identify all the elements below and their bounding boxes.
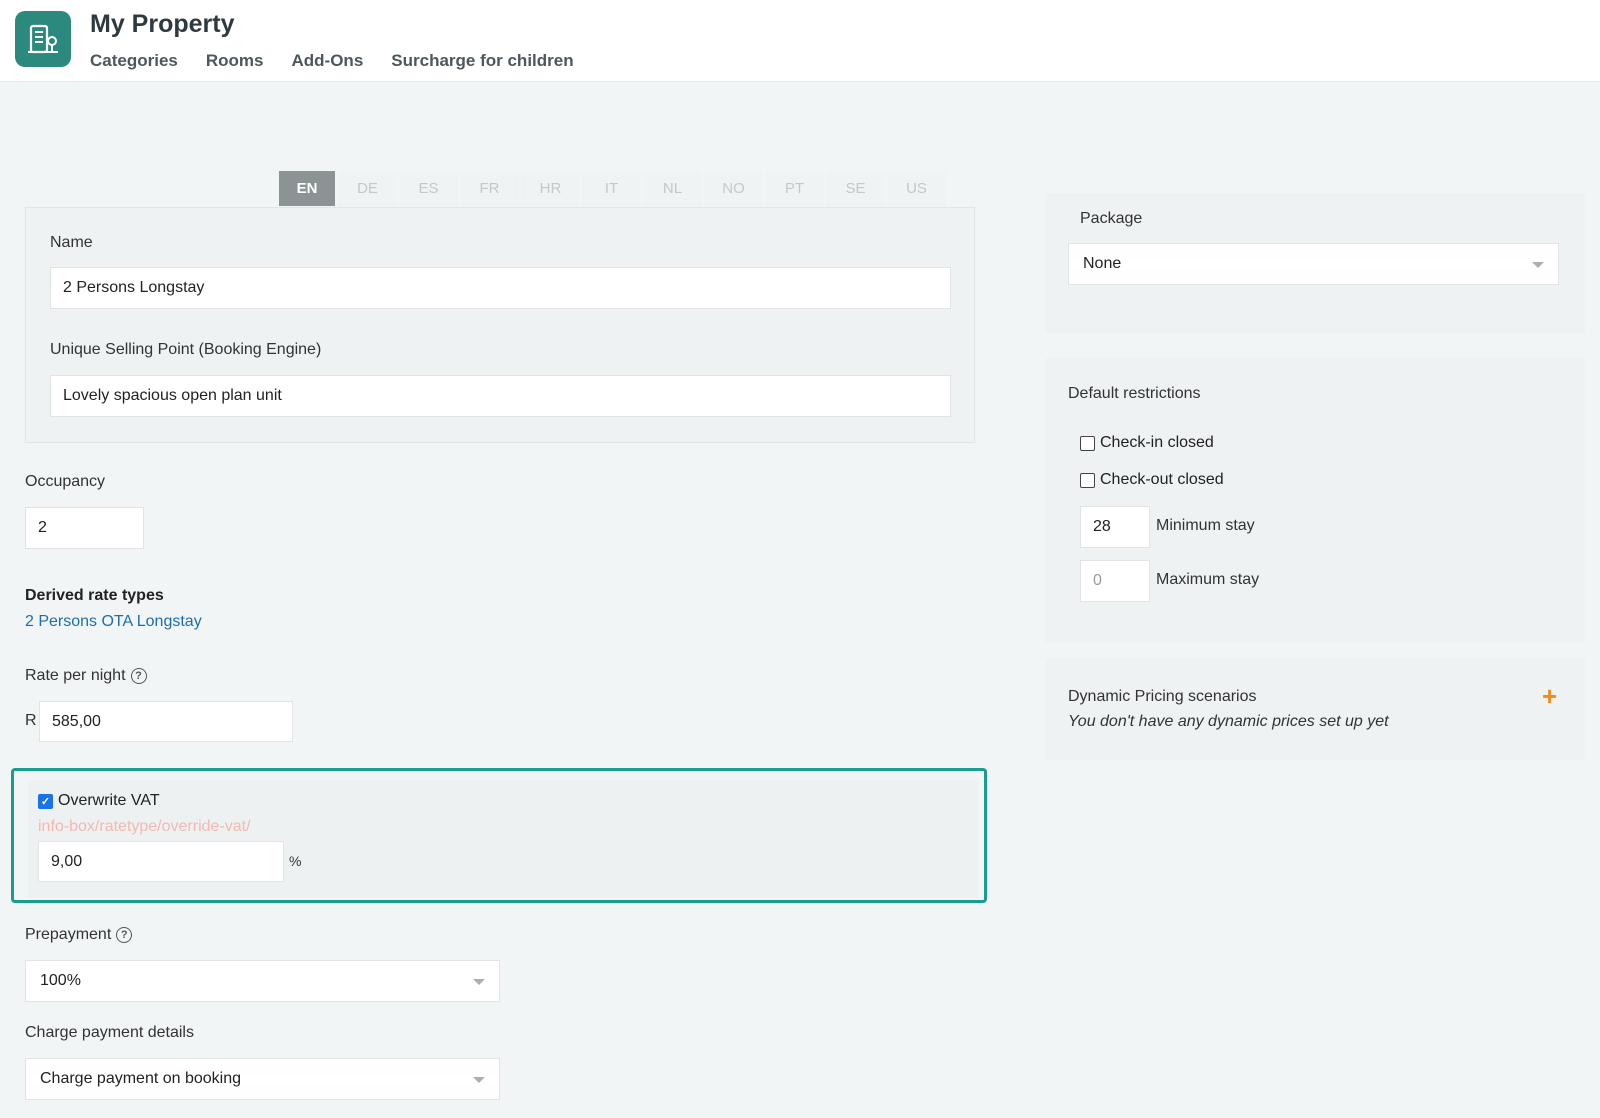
checkin-closed-label: Check-in closed bbox=[1100, 434, 1214, 451]
tab-language-de[interactable]: DE bbox=[338, 171, 397, 206]
checkbox-checked-icon: ✓ bbox=[38, 793, 53, 809]
nav-add-ons[interactable]: Add-Ons bbox=[292, 51, 364, 71]
vat-info-key: info-box/ratetype/override-vat/ bbox=[38, 818, 251, 835]
vat-input[interactable]: 9,00 bbox=[38, 841, 284, 882]
page-title: My Property bbox=[90, 10, 235, 38]
question-circle-icon[interactable]: ? bbox=[116, 926, 133, 943]
vat-unit: % bbox=[289, 853, 302, 869]
dynamic-pricing-empty: You don't have any dynamic prices set up… bbox=[1068, 713, 1389, 730]
charge-payment-value: Charge payment on booking bbox=[40, 1070, 242, 1087]
checkbox-empty-icon bbox=[1080, 435, 1095, 451]
app-header: My Property Categories Rooms Add-Ons Sur… bbox=[0, 0, 1600, 82]
tab-language-no[interactable]: NO bbox=[704, 171, 763, 206]
usp-input[interactable]: Lovely spacious open plan unit bbox=[50, 375, 951, 417]
overwrite-vat-label: Overwrite VAT bbox=[58, 792, 160, 809]
nav-surcharge-children[interactable]: Surcharge for children bbox=[391, 51, 573, 71]
occupancy-label: Occupancy bbox=[25, 473, 106, 490]
nav-categories[interactable]: Categories bbox=[90, 51, 178, 71]
top-nav: Categories Rooms Add-Ons Surcharge for c… bbox=[90, 51, 602, 71]
tab-language-se[interactable]: SE bbox=[826, 171, 885, 206]
checkbox-empty-icon bbox=[1080, 472, 1095, 488]
rate-input[interactable]: 585,00 bbox=[39, 701, 293, 742]
package-label: Package bbox=[1080, 210, 1143, 227]
min-stay-input[interactable]: 28 bbox=[1080, 506, 1150, 548]
chevron-down-icon bbox=[1532, 262, 1544, 268]
max-stay-input[interactable]: 0 bbox=[1080, 560, 1150, 602]
checkout-closed-checkbox[interactable]: Check-out closed bbox=[1080, 471, 1224, 489]
rate-per-night-row: Rate per night? bbox=[25, 667, 147, 685]
tab-language-hr[interactable]: HR bbox=[521, 171, 580, 206]
dynamic-pricing-title: Dynamic Pricing scenarios bbox=[1068, 688, 1257, 705]
chevron-down-icon bbox=[473, 979, 485, 985]
dynamic-pricing-panel bbox=[1045, 658, 1585, 760]
tab-language-en[interactable]: EN bbox=[279, 171, 335, 206]
package-select[interactable]: None bbox=[1068, 243, 1559, 285]
occupancy-input[interactable]: 2 bbox=[25, 507, 144, 549]
max-stay-label: Maximum stay bbox=[1156, 571, 1260, 588]
chevron-down-icon bbox=[473, 1077, 485, 1083]
checkout-closed-label: Check-out closed bbox=[1100, 471, 1224, 488]
tab-language-pt[interactable]: PT bbox=[765, 171, 824, 206]
name-label: Name bbox=[50, 234, 93, 251]
min-stay-label: Minimum stay bbox=[1156, 517, 1255, 534]
charge-payment-label: Charge payment details bbox=[25, 1024, 194, 1041]
currency-symbol: R bbox=[25, 712, 37, 729]
package-value: None bbox=[1083, 255, 1122, 272]
question-circle-icon[interactable]: ? bbox=[130, 667, 147, 684]
tab-language-fr[interactable]: FR bbox=[460, 171, 519, 206]
charge-payment-select[interactable]: Charge payment on booking bbox=[25, 1058, 500, 1100]
tab-language-us[interactable]: US bbox=[887, 171, 946, 206]
tab-language-es[interactable]: ES bbox=[399, 171, 458, 206]
name-input[interactable]: 2 Persons Longstay bbox=[50, 267, 951, 309]
usp-label: Unique Selling Point (Booking Engine) bbox=[50, 341, 322, 358]
nav-rooms[interactable]: Rooms bbox=[206, 51, 264, 71]
add-plus-icon[interactable]: + bbox=[1542, 683, 1557, 709]
prepayment-label: Prepayment bbox=[25, 926, 112, 943]
property-logo[interactable] bbox=[15, 11, 71, 67]
prepayment-value: 100% bbox=[40, 972, 81, 989]
tab-language-nl[interactable]: NL bbox=[643, 171, 702, 206]
rate-per-night-label: Rate per night bbox=[25, 667, 126, 684]
prepayment-select[interactable]: 100% bbox=[25, 960, 500, 1002]
language-tabs: EN DE ES FR HR IT NL NO PT SE US bbox=[279, 171, 948, 206]
overwrite-vat-checkbox[interactable]: ✓ Overwrite VAT bbox=[38, 792, 160, 810]
building-icon bbox=[28, 24, 58, 54]
checkin-closed-checkbox[interactable]: Check-in closed bbox=[1080, 434, 1214, 452]
derived-rate-link[interactable]: 2 Persons OTA Longstay bbox=[25, 613, 202, 631]
derived-rate-types-label: Derived rate types bbox=[25, 587, 164, 604]
tab-language-it[interactable]: IT bbox=[582, 171, 641, 206]
prepayment-row: Prepayment? bbox=[25, 926, 133, 944]
restrictions-title: Default restrictions bbox=[1068, 385, 1201, 402]
